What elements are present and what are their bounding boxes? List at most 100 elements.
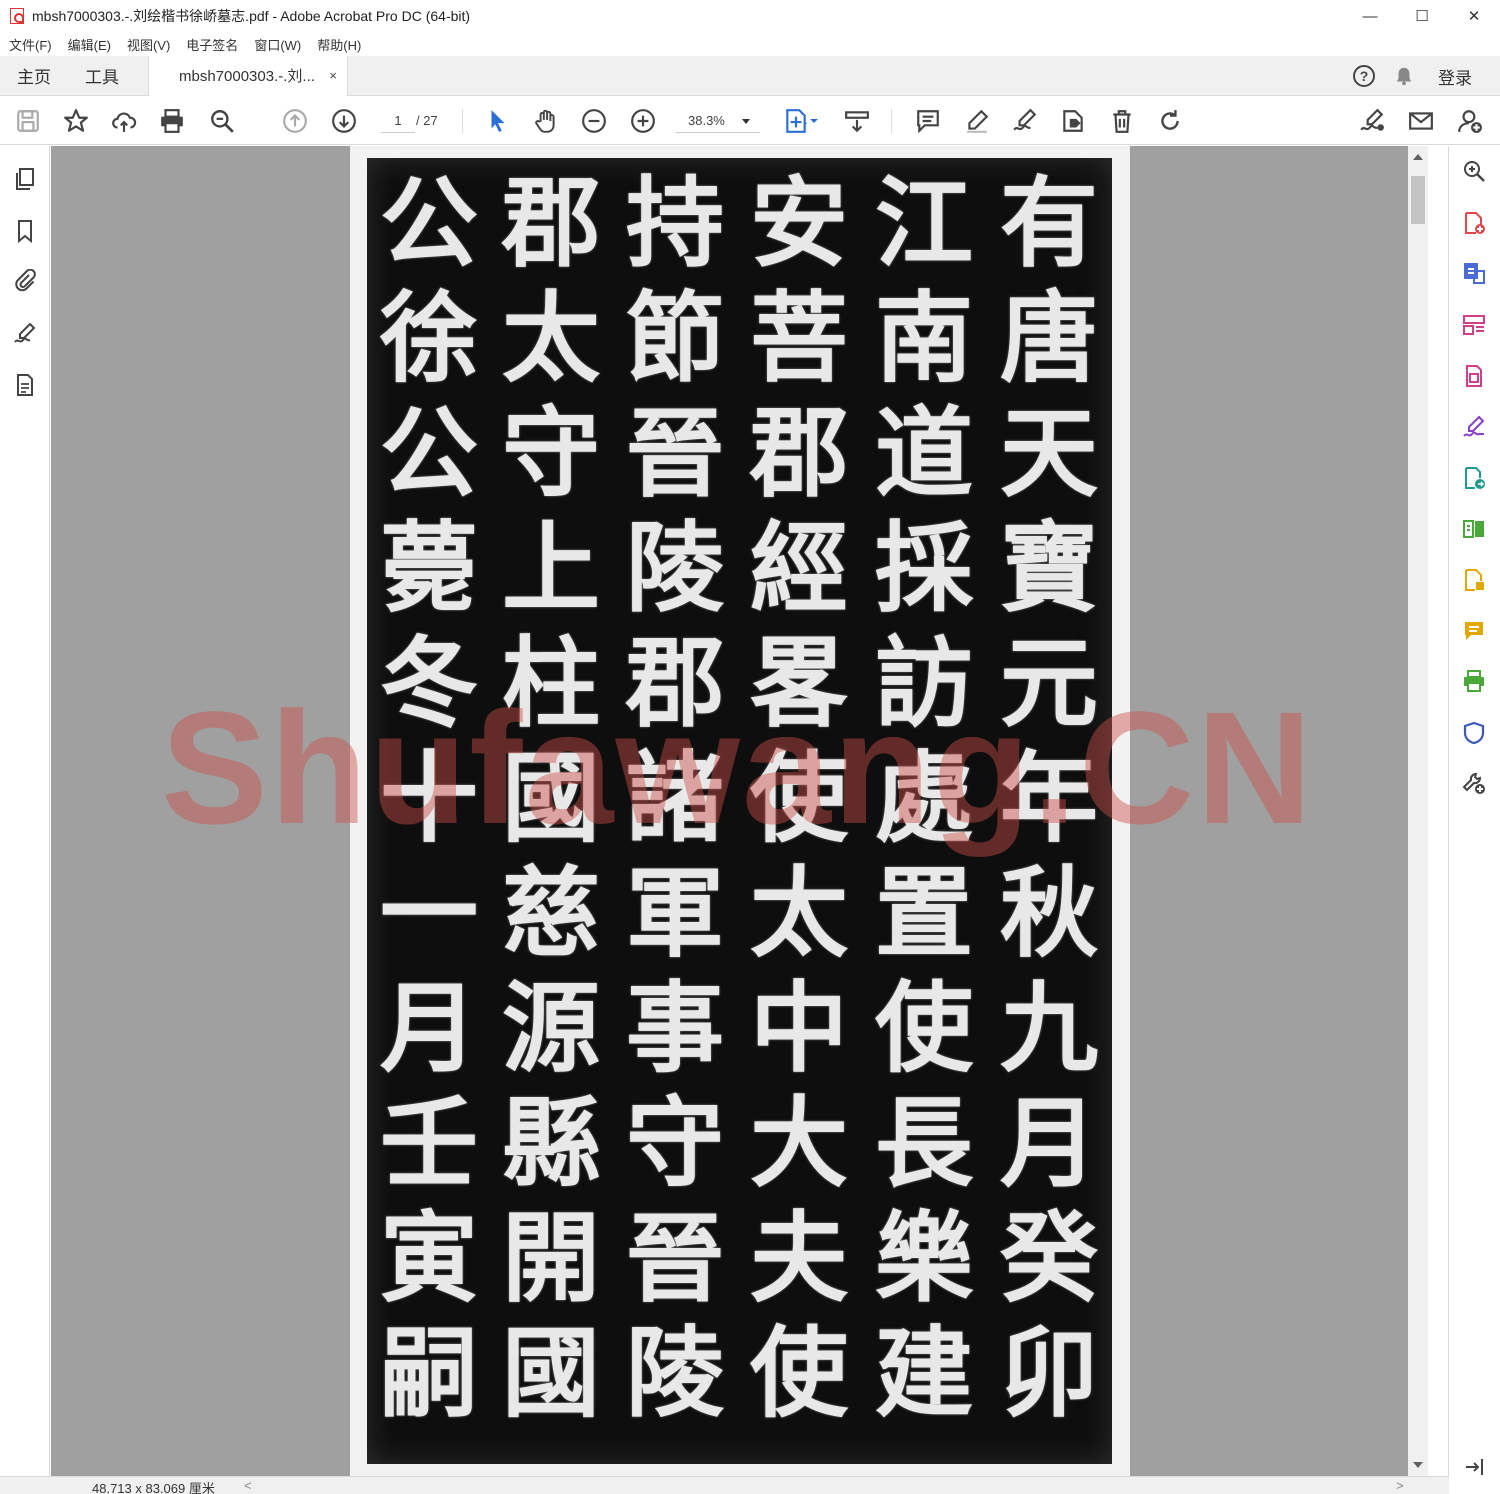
calligraphy-glyph: 使 — [874, 971, 973, 1086]
svg-text:?: ? — [1360, 68, 1369, 84]
chevron-down-icon[interactable] — [808, 105, 820, 137]
calligraphy-glyph: 建 — [874, 1316, 973, 1431]
calligraphy-glyph: 軍 — [625, 856, 724, 971]
toolbar-divider — [462, 109, 463, 133]
calligraphy-glyph: 癸 — [999, 1201, 1098, 1316]
document-properties-icon[interactable] — [12, 372, 38, 398]
tab-home[interactable]: 主页 — [0, 56, 68, 96]
save-icon[interactable] — [12, 105, 44, 137]
scroll-down-arrow-icon[interactable] — [1413, 1462, 1423, 1468]
next-page-icon[interactable] — [328, 105, 360, 137]
protect-shield-icon[interactable] — [1461, 720, 1487, 746]
acrobat-app-icon — [10, 8, 24, 24]
add-user-icon[interactable] — [1454, 105, 1486, 137]
scroll-up-arrow-icon[interactable] — [1413, 154, 1423, 160]
zoom-search-icon[interactable] — [206, 105, 238, 137]
scroll-left-arrow-icon[interactable]: < — [244, 1478, 252, 1493]
delete-icon[interactable] — [1106, 105, 1138, 137]
calligraphy-glyph: 經 — [749, 511, 848, 626]
document-viewport[interactable]: 有唐天寶元年秋九月癸卯 江南道採訪處置使長樂建 安菩郡經畧使太中大夫使 持節晉陵… — [51, 146, 1408, 1476]
vertical-scrollbar[interactable] — [1408, 146, 1428, 1476]
scroll-right-arrow-icon[interactable]: > — [1396, 1478, 1404, 1493]
compare-files-icon[interactable] — [1461, 516, 1487, 542]
print-icon[interactable] — [156, 105, 188, 137]
attachment-icon[interactable] — [12, 268, 38, 294]
bookmark-icon[interactable] — [12, 218, 38, 244]
status-bar: 48.713 x 83.069 厘米 < > — [0, 1476, 1449, 1494]
calligraphy-glyph: 南 — [874, 281, 973, 396]
calligraphy-glyph: 九 — [999, 971, 1098, 1086]
rotate-icon[interactable] — [1154, 105, 1186, 137]
scroll-mode-icon[interactable] — [841, 105, 873, 137]
window-controls: — ☐ ✕ — [1344, 0, 1500, 32]
zoom-level-dropdown[interactable]: 38.3% — [676, 109, 760, 133]
fill-sign-icon[interactable] — [1356, 105, 1388, 137]
organize-pages-icon[interactable] — [1461, 312, 1487, 338]
zoom-tool-icon[interactable] — [1461, 158, 1487, 184]
scrollbar-thumb[interactable] — [1411, 176, 1425, 224]
toolbar: 1 / 27 38.3% — [0, 97, 1500, 145]
previous-page-icon[interactable] — [279, 105, 311, 137]
bell-icon[interactable] — [1384, 56, 1424, 96]
more-tools-icon[interactable] — [1461, 770, 1487, 796]
collapse-tools-pane-icon[interactable] — [1461, 1454, 1487, 1480]
hand-tool-icon[interactable] — [530, 105, 562, 137]
login-button[interactable]: 登录 — [1438, 64, 1472, 89]
menu-window[interactable]: 窗口(W) — [254, 35, 301, 54]
share-file-icon[interactable] — [1461, 567, 1487, 593]
comment-tool-icon[interactable] — [1461, 618, 1487, 644]
maximize-button[interactable]: ☐ — [1396, 0, 1448, 32]
zoom-in-icon[interactable] — [627, 105, 659, 137]
select-cursor-icon[interactable] — [482, 105, 514, 137]
menu-help[interactable]: 帮助(H) — [317, 35, 361, 54]
send-for-signature-icon[interactable] — [1461, 465, 1487, 491]
stamp-icon[interactable] — [1057, 105, 1089, 137]
page-thumbnails-icon[interactable] — [12, 166, 38, 192]
calligraphy-glyph: 陵 — [625, 511, 724, 626]
tab-close-icon[interactable]: × — [329, 68, 337, 83]
minimize-button[interactable]: — — [1344, 0, 1396, 32]
calligraphy-glyph: 江 — [874, 166, 973, 281]
zoom-out-icon[interactable] — [578, 105, 610, 137]
calligraphy-glyph: 持 — [625, 166, 724, 281]
calligraphy-glyph: 安 — [749, 166, 848, 281]
calligraphy-glyph: 唐 — [999, 281, 1098, 396]
calligraphy-glyph: 郡 — [501, 166, 600, 281]
fill-and-sign-icon[interactable] — [1461, 414, 1487, 440]
menu-bar: 文件(F) 编辑(E) 视图(V) 电子签名 窗口(W) 帮助(H) — [0, 32, 1500, 56]
calligraphy-glyph: 使 — [749, 1316, 848, 1431]
cloud-upload-icon[interactable] — [108, 105, 140, 137]
calligraphy-glyph: 長 — [874, 1086, 973, 1201]
calligraphy-glyph: 薨 — [379, 511, 478, 626]
export-pdf-icon[interactable] — [1461, 260, 1487, 286]
sign-icon[interactable] — [1009, 105, 1041, 137]
signature-panel-icon[interactable] — [12, 321, 38, 347]
calligraphy-glyph: 慈 — [501, 856, 600, 971]
tab-document[interactable]: mbsh7000303.-.刘... × — [148, 55, 348, 96]
page-number-input[interactable]: 1 — [381, 109, 415, 133]
left-navigation-panel — [0, 146, 50, 1476]
calligraphy-glyph: 太 — [501, 281, 600, 396]
email-icon[interactable] — [1405, 105, 1437, 137]
create-pdf-icon[interactable] — [1461, 210, 1487, 236]
print-production-icon[interactable] — [1461, 668, 1487, 694]
comment-icon[interactable] — [912, 105, 944, 137]
calligraphy-glyph: 縣 — [501, 1086, 600, 1201]
star-icon[interactable] — [60, 105, 92, 137]
close-window-button[interactable]: ✕ — [1448, 0, 1500, 32]
menu-file[interactable]: 文件(F) — [9, 35, 52, 54]
highlight-pen-icon[interactable] — [961, 105, 993, 137]
calligraphy-glyph: 晉 — [625, 1201, 724, 1316]
help-icon[interactable]: ? — [1344, 56, 1384, 96]
menu-view[interactable]: 视图(V) — [127, 35, 170, 54]
calligraphy-glyph: 晉 — [625, 396, 724, 511]
calligraphy-glyph: 樂 — [874, 1201, 973, 1316]
tab-tools[interactable]: 工具 — [68, 56, 136, 96]
edit-pdf-icon[interactable] — [1461, 363, 1487, 389]
menu-edit[interactable]: 编辑(E) — [68, 35, 111, 54]
right-panel-gutter — [1428, 146, 1449, 1476]
calligraphy-glyph: 公 — [379, 396, 478, 511]
calligraphy-glyph: 中 — [749, 971, 848, 1086]
menu-esign[interactable]: 电子签名 — [186, 35, 238, 54]
calligraphy-glyph: 郡 — [749, 396, 848, 511]
